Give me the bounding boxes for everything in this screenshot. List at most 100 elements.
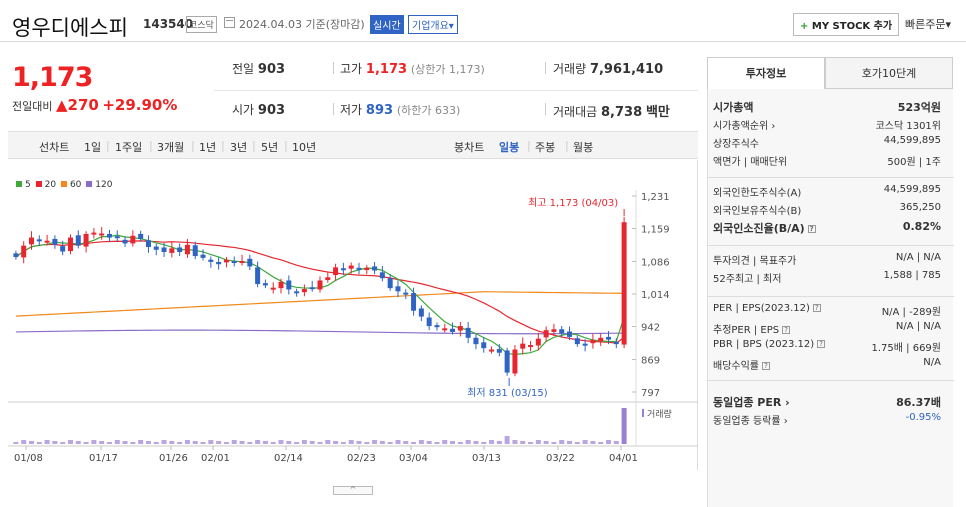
- help-icon[interactable]: ?: [807, 225, 816, 233]
- volume-bar: [512, 440, 518, 444]
- candle-body: [153, 246, 159, 250]
- volume-bar: [574, 442, 580, 444]
- separator: |: [191, 139, 195, 152]
- info-row: PER | EPS(2023.12)? N/A | -289원: [713, 303, 941, 319]
- ma5-label: 5: [25, 180, 31, 190]
- info-value: 코스닥 1301위: [875, 121, 941, 132]
- price-change: 전일대비 ▲270 +29.90%: [12, 96, 177, 114]
- help-icon[interactable]: ?: [817, 340, 826, 348]
- tab-daily[interactable]: 일봉: [499, 139, 519, 155]
- volume-bar: [418, 440, 424, 444]
- candle-chart-svg[interactable]: 1,231 1,159 1,086 1,014 942 869 797 최고 1,173 (0…: [8, 160, 698, 470]
- info-label: 투자의견 | 목표주가: [713, 256, 797, 267]
- candle-body: [223, 259, 229, 263]
- tab-invest-info[interactable]: 투자정보: [707, 57, 825, 89]
- chart-collapse-button[interactable]: ^: [333, 486, 373, 495]
- high-value: 1,173: [365, 62, 408, 77]
- tab-3m[interactable]: 3개월: [157, 139, 184, 155]
- x-tick-label: 04/01: [609, 453, 638, 464]
- tab-weekly[interactable]: 주봉: [535, 139, 555, 155]
- mystock-add-button[interactable]: + MY STOCK 추가: [793, 13, 900, 36]
- corp-info-button[interactable]: 기업개요▾: [408, 15, 458, 34]
- candle-body: [598, 337, 604, 341]
- low-label: 저가: [340, 103, 363, 117]
- volume-bar: [255, 440, 261, 444]
- calendar-icon: [224, 17, 235, 28]
- candle-body: [67, 237, 73, 252]
- up-arrow-icon: ▲: [55, 96, 68, 114]
- info-label: 외국인보유주식수(B): [713, 206, 802, 217]
- help-icon[interactable]: ?: [762, 362, 770, 370]
- candle-body: [138, 233, 144, 239]
- amount-label: 거래대금: [553, 105, 598, 119]
- base-date: 2024.04.03 기준(장마감): [239, 18, 365, 31]
- candle-body: [169, 248, 175, 253]
- candle-body: [606, 336, 612, 340]
- candle-body: [364, 267, 370, 271]
- tab-3y[interactable]: 3년: [230, 139, 247, 155]
- volume-bar: [590, 441, 596, 444]
- volume-bar: [21, 440, 27, 444]
- tab-1y[interactable]: 1년: [199, 139, 216, 155]
- trade-amount: 거래대금 8,738 백만: [553, 101, 670, 120]
- tab-hoga[interactable]: 호가10단계: [825, 57, 953, 89]
- info-row: 추정PER | EPS? N/A | N/A: [713, 321, 941, 337]
- separator: [333, 62, 334, 74]
- volume-bar: [36, 442, 42, 444]
- volume-bar: [13, 442, 19, 444]
- info-row: PBR | BPS (2023.12)? 1.75배 | 669원: [713, 339, 941, 355]
- realtime-button[interactable]: 실시간: [370, 15, 404, 34]
- candle-body: [145, 240, 151, 248]
- volume-bar: [122, 441, 128, 444]
- x-tick-label: 02/01: [201, 453, 230, 464]
- volume-bar: [301, 440, 307, 444]
- prev-label: 전일: [232, 62, 255, 76]
- candle-body: [465, 327, 471, 338]
- change-value: 270: [67, 96, 99, 114]
- current-price: 1,173: [12, 62, 93, 93]
- volume-bar: [535, 440, 541, 444]
- candle-body: [200, 254, 206, 258]
- tab-10y[interactable]: 10년: [292, 139, 316, 155]
- separator: |: [284, 139, 288, 152]
- quick-order-button[interactable]: 빠른주문▾: [905, 16, 951, 32]
- help-icon[interactable]: ?: [812, 304, 821, 312]
- info-label: PER | EPS(2023.12)?: [713, 303, 821, 314]
- tab-1d[interactable]: 1일: [84, 139, 101, 155]
- volume-bar: [504, 436, 510, 444]
- candle-body: [395, 286, 401, 292]
- candle-body: [528, 345, 534, 348]
- tab-1w[interactable]: 1주일: [115, 139, 142, 155]
- volume-bar: [153, 442, 159, 444]
- candle-body: [333, 267, 339, 276]
- volume-bar: [411, 442, 417, 444]
- tab-5y[interactable]: 5년: [261, 139, 278, 155]
- tab-monthly[interactable]: 월봉: [573, 139, 593, 155]
- volume-bar: [83, 442, 89, 444]
- volume-bar: [67, 440, 73, 444]
- volume-bar: [340, 442, 346, 444]
- info-row: 외국인보유주식수(B) 365,250: [713, 202, 941, 218]
- info-value: 0.82%: [902, 220, 941, 233]
- candle-body: [247, 258, 253, 267]
- help-icon[interactable]: ?: [782, 326, 791, 334]
- candle-body: [489, 349, 495, 352]
- volume-bar: [138, 440, 144, 444]
- candle-body: [325, 277, 331, 280]
- volume-bar: [434, 442, 440, 444]
- candle-body: [551, 329, 557, 332]
- info-value: 500원 | 1주: [887, 157, 941, 168]
- panel-divider: [708, 296, 954, 297]
- candle-body: [130, 235, 136, 244]
- volume-bar: [44, 440, 50, 444]
- info-row: 시가총액 523억원: [713, 99, 941, 115]
- candle-body: [216, 261, 222, 265]
- high-note: (상한가 1,173): [410, 63, 485, 76]
- info-label: 추정PER | EPS?: [713, 321, 791, 336]
- volume-bar: [621, 408, 627, 444]
- info-value: N/A: [923, 357, 941, 368]
- candle-body: [91, 232, 97, 235]
- candle-body: [481, 342, 487, 349]
- high-price: 고가 1,173 (상한가 1,173): [340, 60, 485, 77]
- panel-divider: [708, 245, 954, 246]
